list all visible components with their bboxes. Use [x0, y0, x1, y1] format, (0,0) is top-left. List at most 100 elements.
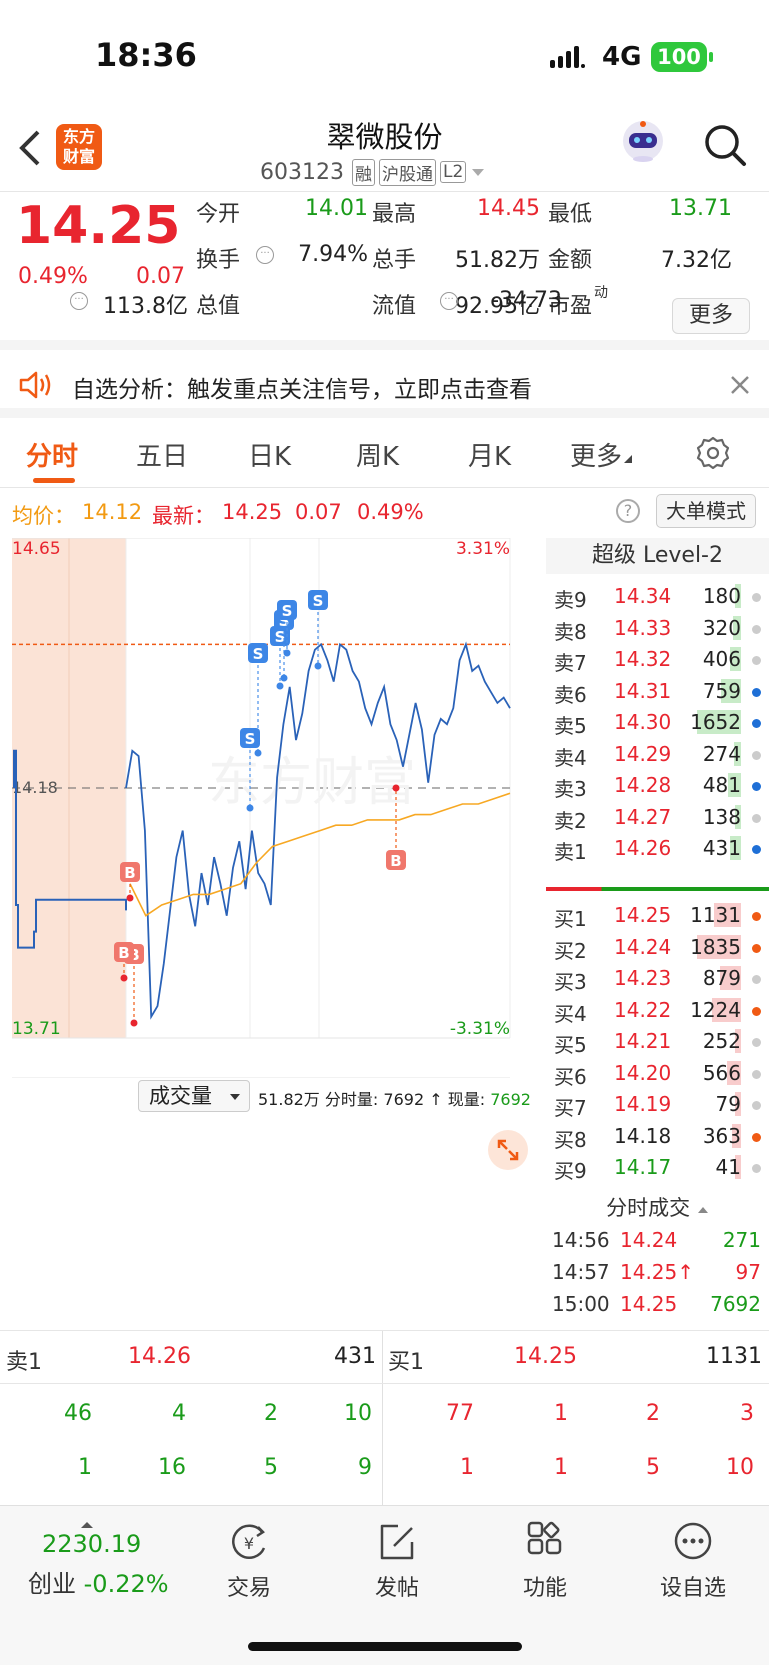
info-icon[interactable]: ···	[440, 292, 458, 310]
volume-selector-label: 成交量	[149, 1084, 212, 1108]
more-button[interactable]: 更多	[672, 298, 750, 334]
bid-row: 买8 14.18 363	[546, 1120, 769, 1153]
nav-functions[interactable]: 功能	[495, 1520, 595, 1602]
connect-tag: 沪股通	[378, 158, 436, 186]
level-price: 14.21	[614, 1029, 672, 1053]
active-tab-indicator	[33, 478, 75, 483]
signal-point	[276, 682, 284, 690]
level-dot	[752, 656, 761, 665]
signal-point	[280, 674, 288, 682]
intraday-chart[interactable]: 东方财富14.653.31%13.71-3.31%14.18SSSSSSBBBB…	[12, 537, 542, 1283]
stock-code-row[interactable]: 603123 融 沪股通 L2	[260, 158, 486, 186]
level-volume: 41	[715, 1155, 741, 1179]
queue-cell: 1	[78, 1455, 92, 1480]
level-label: 买4	[554, 1001, 587, 1026]
help-icon[interactable]: ?	[616, 499, 640, 523]
nav-watchlist[interactable]: 设自选	[643, 1520, 743, 1602]
avg-value: 14.12	[82, 500, 143, 524]
level-dot	[752, 593, 761, 602]
queue-cell: 5	[646, 1455, 660, 1480]
nav-post-label: 发帖	[374, 1576, 419, 1601]
stat-value: 14.01	[305, 196, 368, 221]
buy1-label: 买1	[388, 1350, 424, 1375]
index-ticker[interactable]: 创业 -0.22%	[28, 1564, 169, 1599]
bid-row: 买1 14.25 1131	[546, 899, 769, 932]
ask-row: 卖9 14.34 180	[546, 580, 769, 613]
level-label: 买1	[554, 907, 587, 931]
signal-icon	[550, 44, 586, 70]
minute-volume-value: 7692	[383, 1090, 425, 1109]
index-name: 创业	[28, 1570, 76, 1598]
level-volume: 1835	[690, 934, 741, 959]
tab-monthly-k[interactable]: 月K	[468, 436, 511, 473]
bid-row: 买6 14.20 566	[546, 1057, 769, 1090]
level-price: 14.23	[614, 966, 672, 990]
intraday-chart-svg: 东方财富14.653.31%13.71-3.31%14.18SSSSSSBBBB…	[12, 537, 511, 1283]
stat-label-sup: 动	[594, 285, 608, 301]
ask-row: 卖6 14.31 759	[546, 675, 769, 708]
tab-weekly-k[interactable]: 周K	[356, 436, 399, 473]
level-volume: 138	[702, 804, 741, 829]
stat-value: 14.45	[477, 196, 540, 221]
stat-label: 总值	[196, 294, 241, 319]
info-icon[interactable]: ···	[256, 246, 274, 264]
tab-daily-k[interactable]: 日K	[248, 436, 291, 473]
y-max-label: 14.65	[12, 539, 61, 559]
index-value[interactable]: 2230.19	[42, 1530, 141, 1558]
price-info-line: 均价： 14.12 最新： 14.25 0.07 0.49% ? 大单模式	[0, 492, 769, 532]
close-icon[interactable]	[729, 374, 751, 396]
tick-volume: 97	[735, 1260, 761, 1284]
tick-time: 14:56	[552, 1228, 610, 1252]
order-book: 超级 Level-2 卖9 14.34 180 卖8 14.33 320 卖7 14.32 40…	[546, 538, 769, 1328]
expand-icon[interactable]	[488, 1130, 528, 1170]
level-price: 14.29	[614, 741, 672, 766]
level-dot	[752, 1069, 761, 1079]
info-icon[interactable]: ···	[70, 292, 88, 310]
status-bar: 18:36 4G 100	[0, 0, 769, 110]
signal-letter: B	[390, 852, 401, 870]
stat-label: 换手	[196, 248, 241, 273]
level-dot	[752, 1164, 761, 1173]
bid-row: 买4 14.22 1224	[546, 994, 769, 1027]
settings-gear-icon[interactable]	[696, 436, 730, 470]
buy1-volume: 1131	[706, 1344, 762, 1369]
level-price: 14.19	[614, 1092, 672, 1116]
queue-cell: 1	[460, 1455, 474, 1480]
stat-value: 113.8亿	[103, 294, 188, 319]
change-value: 0.07	[136, 264, 185, 289]
signal-banner[interactable]: 自选分析：触发重点关注信号，立即点击查看	[0, 350, 769, 418]
level-label: 买5	[554, 1033, 587, 1057]
volume-selector-caret-icon	[230, 1094, 240, 1100]
big-order-mode-button[interactable]: 大单模式	[656, 494, 756, 528]
nav-post[interactable]: 发帖	[347, 1520, 447, 1602]
dropdown-icon	[472, 169, 485, 176]
level-dot	[752, 624, 761, 634]
nav-trade-label: 交易	[226, 1576, 271, 1601]
level-label: 买9	[554, 1159, 587, 1183]
nav-watchlist-label: 设自选	[659, 1576, 726, 1601]
ask-row: 卖5 14.30 1652	[546, 706, 769, 739]
tab-five-day[interactable]: 五日	[136, 436, 188, 473]
battery-cap	[709, 52, 713, 62]
level-volume: 431	[702, 836, 741, 860]
level-label: 买7	[554, 1096, 587, 1120]
sell1-price: 14.26	[128, 1344, 191, 1369]
bid-row: 买7 14.19 79	[546, 1088, 769, 1121]
level-label: 卖9	[554, 588, 587, 612]
level-dot	[752, 813, 761, 823]
index-change: -0.22%	[83, 1570, 169, 1598]
tab-intraday[interactable]: 分时	[26, 436, 78, 473]
bid-row: 买9 14.17 41	[546, 1151, 769, 1184]
stat-label: 今开	[196, 202, 241, 227]
volume-selector[interactable]: 成交量	[138, 1080, 250, 1112]
tab-more[interactable]: 更多	[570, 436, 634, 473]
post-icon	[380, 1524, 414, 1560]
buy1-price: 14.25	[514, 1344, 577, 1369]
robot-avatar-icon[interactable]	[620, 118, 666, 164]
level-price: 14.28	[614, 773, 672, 797]
search-icon[interactable]	[702, 122, 748, 168]
latest-pct: 0.49%	[357, 500, 424, 524]
nav-trade[interactable]: ¥ 交易	[199, 1520, 299, 1602]
queue-cell: 5	[264, 1455, 278, 1480]
tick-price: 14.24	[620, 1228, 678, 1252]
